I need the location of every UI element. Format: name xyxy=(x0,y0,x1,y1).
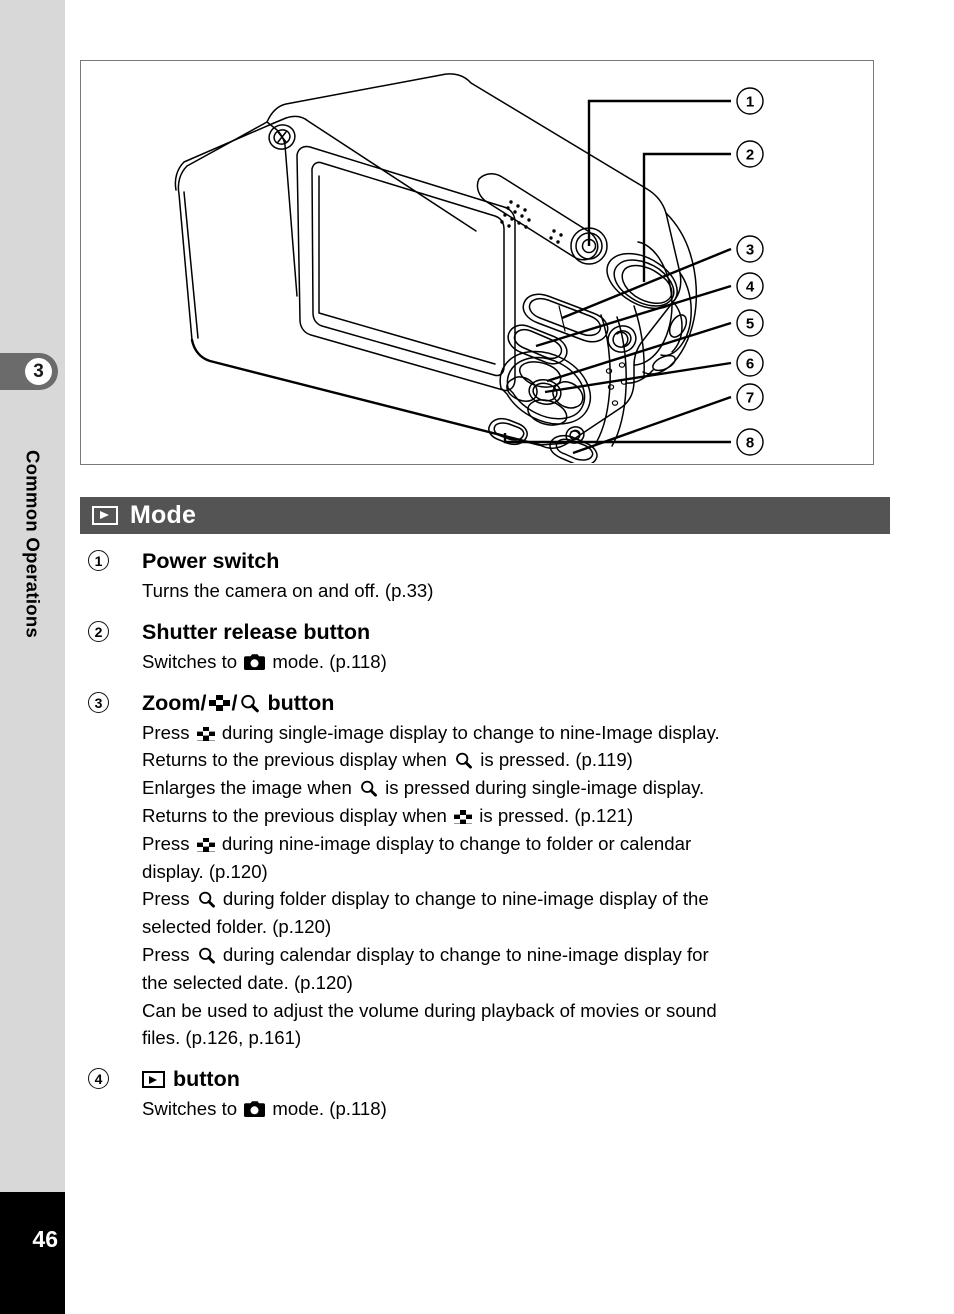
chapter-name-label: Common Operations xyxy=(22,449,44,639)
chapter-tab: 3 xyxy=(0,353,58,390)
desc-line: files. (p.126, p.161) xyxy=(142,1027,302,1049)
camera-illustration-figure: 1 2 3 4 5 6 7 8 xyxy=(80,60,874,465)
item-title: Shutter release button xyxy=(142,619,371,644)
desc-text: Returns to the previous display when xyxy=(142,804,447,826)
desc-text: Switches to xyxy=(142,1098,238,1120)
desc-text: is pressed. (p.121) xyxy=(479,804,634,826)
page-number-block: 46 xyxy=(0,1192,65,1314)
list-item-shutter-release-button: 2 Shutter release button Switches to mod… xyxy=(80,619,900,676)
magnify-icon xyxy=(198,947,215,964)
playback-mode-icon xyxy=(142,1071,165,1089)
section-title: Mode xyxy=(130,501,197,529)
camera-mode-icon xyxy=(244,1101,266,1118)
item-title: Power switch xyxy=(142,549,280,573)
item-description: Turns the camera on and off. (p.33) xyxy=(142,577,900,605)
desc-line: Press during single-image display to cha… xyxy=(142,719,900,747)
item-number: 1 xyxy=(88,550,109,571)
nine-image-display-icon xyxy=(196,726,215,741)
title-text: button xyxy=(267,690,335,715)
desc-text: Returns to the previous display when xyxy=(142,749,447,771)
desc-line: Returns to the previous display when is … xyxy=(142,746,900,774)
chapter-name: Common Operations xyxy=(0,404,65,684)
desc-line: Press during folder display to change to… xyxy=(142,885,900,913)
svg-text:2: 2 xyxy=(746,147,754,164)
svg-text:5: 5 xyxy=(746,316,754,333)
desc-line: Press during calendar display to change … xyxy=(142,941,900,969)
magnify-icon xyxy=(240,694,260,713)
desc-line: selected folder. (p.120) xyxy=(142,916,332,938)
desc-text: Press xyxy=(142,943,190,965)
item-description: Press during single-image display to cha… xyxy=(142,719,900,1053)
svg-text:1: 1 xyxy=(746,94,754,111)
svg-text:6: 6 xyxy=(746,356,754,373)
item-number: 2 xyxy=(88,620,109,642)
svg-text:8: 8 xyxy=(746,435,754,452)
section-heading-bar: Mode xyxy=(80,497,890,534)
title-text: button xyxy=(173,1067,240,1092)
desc-text: Enlarges the image when xyxy=(142,777,352,799)
desc-line: Turns the camera on and off. (p.33) xyxy=(142,580,434,601)
item-description: Switches to mode. (p.118) xyxy=(142,1095,900,1123)
list-item-playback-button: 4 button Switches to mode. (p.118) xyxy=(80,1066,900,1123)
desc-text: mode. (p.118) xyxy=(272,650,387,672)
button-description-list: 1 Power switch Turns the camera on and o… xyxy=(80,548,900,1123)
desc-text: during calendar display to change to nin… xyxy=(222,943,709,965)
magnify-icon xyxy=(455,752,473,769)
item-description: Switches to mode. (p.118) xyxy=(142,648,900,676)
desc-text: Switches to xyxy=(142,650,238,672)
desc-text: Press xyxy=(142,721,190,743)
nine-image-display-icon xyxy=(454,809,473,824)
desc-text: Press xyxy=(142,888,190,910)
desc-line: Switches to mode. (p.118) xyxy=(142,1095,900,1123)
title-text: / xyxy=(231,690,238,715)
magnify-icon xyxy=(198,891,215,908)
desc-line: the selected date. (p.120) xyxy=(142,971,353,993)
desc-line: Enlarges the image when is pressed durin… xyxy=(142,774,900,802)
desc-text: is pressed. (p.119) xyxy=(480,749,633,771)
nine-image-display-icon xyxy=(208,695,230,712)
title-text: Zoom/ xyxy=(142,690,207,715)
desc-text: Press xyxy=(142,832,190,854)
page-number: 46 xyxy=(32,1226,58,1252)
list-item-zoom-button: 3 Zoom/ / button Press during single-ima… xyxy=(80,690,900,1053)
desc-text: mode. (p.118) xyxy=(272,1098,387,1120)
item-number: 4 xyxy=(88,1068,109,1090)
svg-text:4: 4 xyxy=(746,279,755,296)
item-title: Zoom/ / button xyxy=(142,690,900,717)
desc-line: Press during nine-image display to chang… xyxy=(142,830,900,858)
chapter-number: 3 xyxy=(25,358,52,385)
item-title: button xyxy=(142,1066,900,1093)
desc-line: Switches to mode. (p.118) xyxy=(142,648,900,676)
desc-text: during nine-image display to change to f… xyxy=(221,832,692,854)
list-item-power-switch: 1 Power switch Turns the camera on and o… xyxy=(80,548,900,605)
callout-number-circles: 1 2 3 4 5 6 7 8 xyxy=(736,87,764,456)
camera-mode-icon xyxy=(244,653,266,670)
desc-text: during single-image display to change to… xyxy=(221,721,720,743)
nine-image-display-icon xyxy=(196,837,215,852)
magnify-icon xyxy=(360,780,377,797)
chapter-sidebar: 3 Common Operations xyxy=(0,0,65,1192)
desc-text: during folder display to change to nine-… xyxy=(222,888,709,910)
item-number: 3 xyxy=(88,691,109,713)
desc-text: is pressed during single-image display. xyxy=(385,777,705,799)
desc-line: display. (p.120) xyxy=(142,860,268,882)
svg-text:3: 3 xyxy=(746,242,754,259)
playback-mode-icon xyxy=(92,506,118,525)
desc-line: Can be used to adjust the volume during … xyxy=(142,999,717,1021)
desc-line: Returns to the previous display when is … xyxy=(142,802,900,830)
svg-text:7: 7 xyxy=(746,390,754,407)
